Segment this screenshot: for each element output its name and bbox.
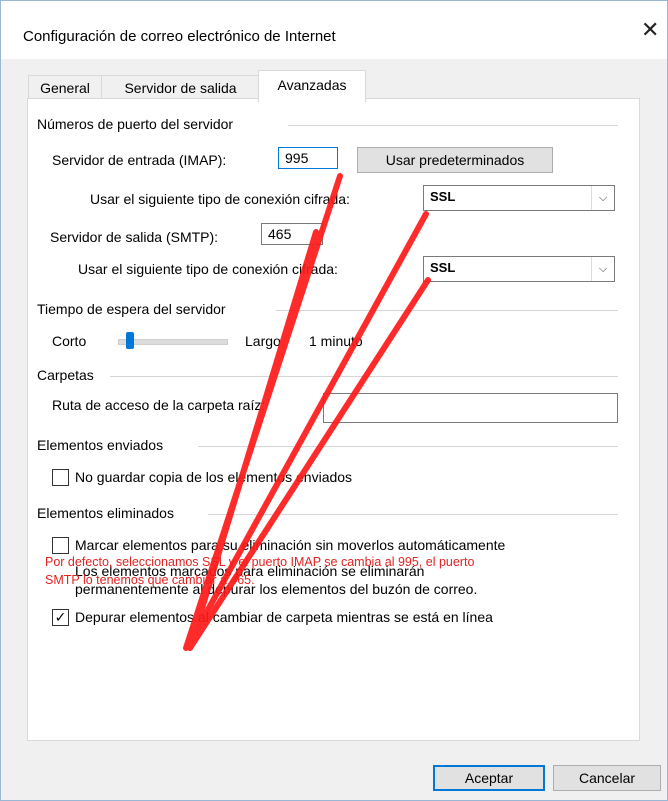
sent-items-group-label: Elementos enviados <box>37 437 164 453</box>
outgoing-encryption-label: Usar el siguiente tipo de conexión cifra… <box>78 261 338 277</box>
timeout-short-label: Corto <box>52 333 87 349</box>
mark-items-label: Marcar elementos para su eliminación sin… <box>75 537 506 553</box>
purge-checkbox[interactable]: ✓ <box>52 609 69 626</box>
root-path-label: Ruta de acceso de la carpeta raíz: <box>52 397 266 413</box>
annotation-note: Por defecto, seleccionamos SSL y el puer… <box>45 553 605 589</box>
mark-items-checkbox[interactable] <box>52 537 69 554</box>
tab-avanzadas-label: Avanzadas <box>277 77 347 93</box>
timeout-value-label: 1 minuto <box>309 333 363 349</box>
incoming-port-input[interactable]: 995 <box>278 147 338 169</box>
timeout-group-label: Tiempo de espera del servidor <box>37 301 226 317</box>
outgoing-encryption-select[interactable]: SSL ⌵ <box>423 256 615 282</box>
dont-save-label: No guardar copia de los elementos enviad… <box>75 469 353 485</box>
deleted-items-group-label: Elementos eliminados <box>37 505 174 521</box>
group-divider <box>198 446 618 447</box>
outgoing-encryption-value: SSL <box>430 260 456 275</box>
use-defaults-button[interactable]: Usar predeterminados <box>357 147 553 173</box>
annotation-line2: SMTP lo tenemos que cambiar a 465. <box>45 573 255 587</box>
window-title: Configuración de correo electrónico de I… <box>23 28 336 45</box>
incoming-encryption-select[interactable]: SSL ⌵ <box>423 185 615 211</box>
annotation-line1: Por defecto, seleccionamos SSL y el puer… <box>45 555 475 569</box>
dont-save-checkbox[interactable] <box>52 469 69 486</box>
title-bar: Configuración de correo electrónico de I… <box>1 1 667 59</box>
timeout-slider-thumb[interactable] <box>126 332 134 349</box>
tab-servidor-salida-label: Servidor de salida <box>124 80 237 96</box>
outgoing-port-label: Servidor de salida (SMTP): <box>50 229 219 245</box>
root-path-input[interactable] <box>323 393 618 423</box>
incoming-port-label: Servidor de entrada (IMAP): <box>52 152 227 168</box>
timeout-long-label: Largo <box>245 333 281 349</box>
ports-group-label: Números de puerto del servidor <box>37 116 234 132</box>
folders-group-label: Carpetas <box>37 367 94 383</box>
outgoing-port-input[interactable]: 465 <box>261 223 323 245</box>
group-divider <box>208 514 618 515</box>
tab-avanzadas[interactable]: Avanzadas <box>258 70 366 102</box>
purge-label: Depurar elementos al cambiar de carpeta … <box>75 609 493 625</box>
checkmark-icon: ✓ <box>54 609 67 625</box>
timeout-slider-track[interactable] <box>118 339 228 345</box>
advanced-panel: Números de puerto del servidor Servidor … <box>27 98 640 741</box>
incoming-encryption-label: Usar el siguiente tipo de conexión cifra… <box>90 191 350 207</box>
incoming-encryption-value: SSL <box>430 189 456 204</box>
chevron-down-icon: ⌵ <box>591 186 614 210</box>
tab-general-label: General <box>40 80 90 96</box>
chevron-down-icon: ⌵ <box>591 257 614 281</box>
close-icon[interactable]: ✕ <box>641 19 659 41</box>
group-divider <box>110 376 618 377</box>
group-divider <box>288 125 618 126</box>
group-divider <box>276 310 618 311</box>
cancel-button[interactable]: Cancelar <box>553 765 661 791</box>
ok-button[interactable]: Aceptar <box>433 765 545 791</box>
